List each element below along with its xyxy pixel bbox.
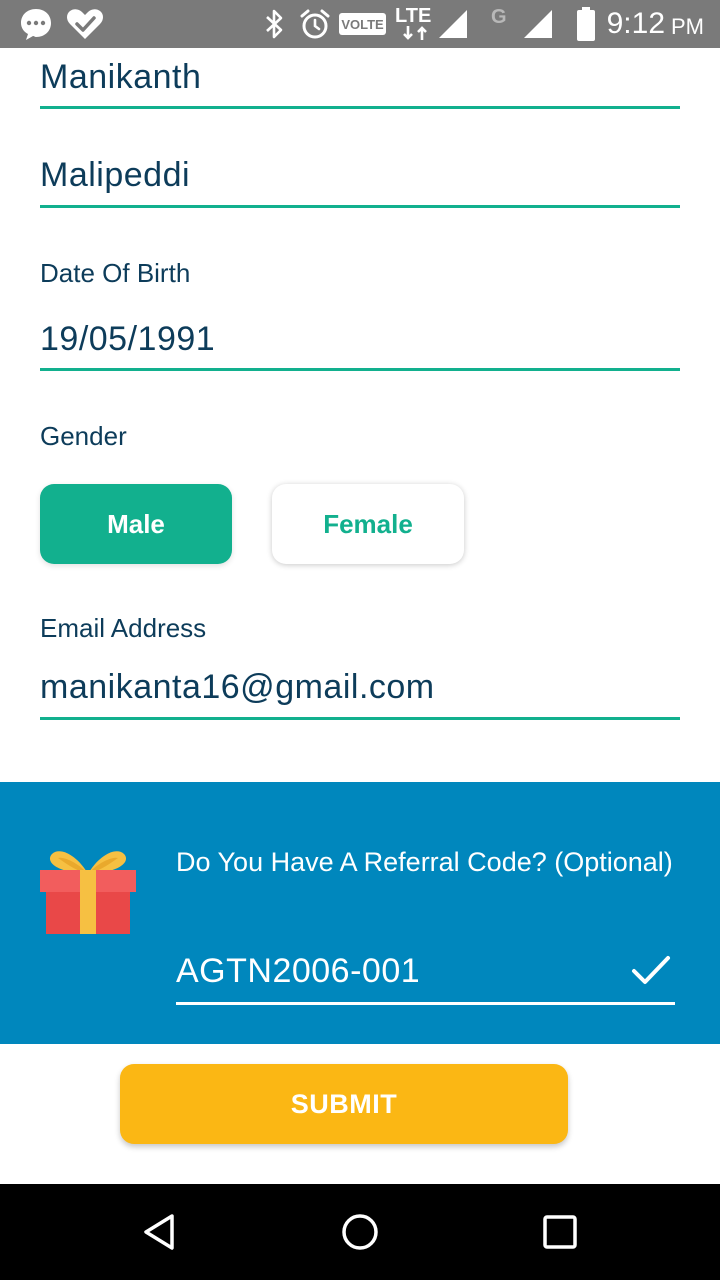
referral-question: Do You Have A Referral Code? (Optional) xyxy=(176,847,673,877)
last-name-input[interactable]: Malipeddi xyxy=(40,156,680,195)
navigation-bar xyxy=(0,1184,720,1280)
referral-section: Do You Have A Referral Code? (Optional) … xyxy=(0,782,720,1044)
gender-female-button[interactable]: Female xyxy=(272,484,464,564)
status-bar: VOLTE LTE G 9:12 PM xyxy=(0,0,720,48)
volte-badge: VOLTE xyxy=(339,13,386,35)
gender-male-button[interactable]: Male xyxy=(40,484,232,564)
check-icon xyxy=(630,952,672,988)
gift-icon xyxy=(38,844,138,936)
clock: 9:12 PM xyxy=(607,0,704,48)
last-name-underline xyxy=(40,205,680,208)
alarm-icon xyxy=(298,0,332,48)
dob-input[interactable]: 19/05/1991 xyxy=(40,320,680,359)
clock-time: 9:12 xyxy=(606,7,665,40)
signal-icon-2 xyxy=(520,0,556,48)
back-icon[interactable] xyxy=(112,1184,208,1280)
referral-code-input[interactable]: AGTN2006-001 xyxy=(176,952,420,991)
signal-icon xyxy=(436,0,470,48)
dob-underline xyxy=(40,368,680,371)
email-input[interactable]: manikanta16@gmail.com xyxy=(40,668,680,707)
battery-icon xyxy=(572,0,600,48)
referral-underline xyxy=(176,1002,675,1005)
email-label: Email Address xyxy=(40,613,207,643)
first-name-underline xyxy=(40,106,680,109)
network-g-label: G xyxy=(491,6,507,28)
data-arrows-icon xyxy=(398,18,432,48)
email-underline xyxy=(40,717,680,720)
clock-ampm: PM xyxy=(671,14,704,39)
heart-check-icon xyxy=(66,0,104,48)
dob-label: Date Of Birth xyxy=(40,258,191,288)
home-icon[interactable] xyxy=(312,1184,408,1280)
bluetooth-icon xyxy=(262,0,288,48)
screen: VOLTE LTE G 9:12 PM Manikanth Malipeddi … xyxy=(0,0,720,1280)
recents-icon[interactable] xyxy=(512,1184,608,1280)
submit-button[interactable]: SUBMIT xyxy=(120,1064,568,1144)
gender-label: Gender xyxy=(40,421,127,451)
first-name-input[interactable]: Manikanth xyxy=(40,58,680,97)
chat-bubble-icon xyxy=(18,0,54,48)
